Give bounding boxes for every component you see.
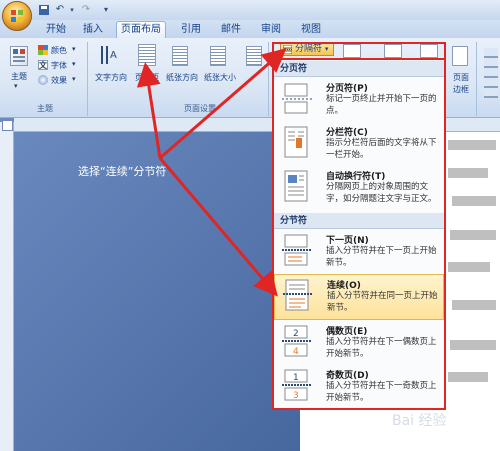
annotation-arrows xyxy=(136,48,287,297)
watermark: Bai 经验 xyxy=(392,413,447,429)
office-logo-icon xyxy=(11,10,23,22)
arrow-to-breaks-button xyxy=(159,48,287,160)
arrow-to-layout-tab xyxy=(136,62,162,159)
office-button[interactable] xyxy=(2,1,32,31)
arrow-to-continuous xyxy=(158,157,278,297)
